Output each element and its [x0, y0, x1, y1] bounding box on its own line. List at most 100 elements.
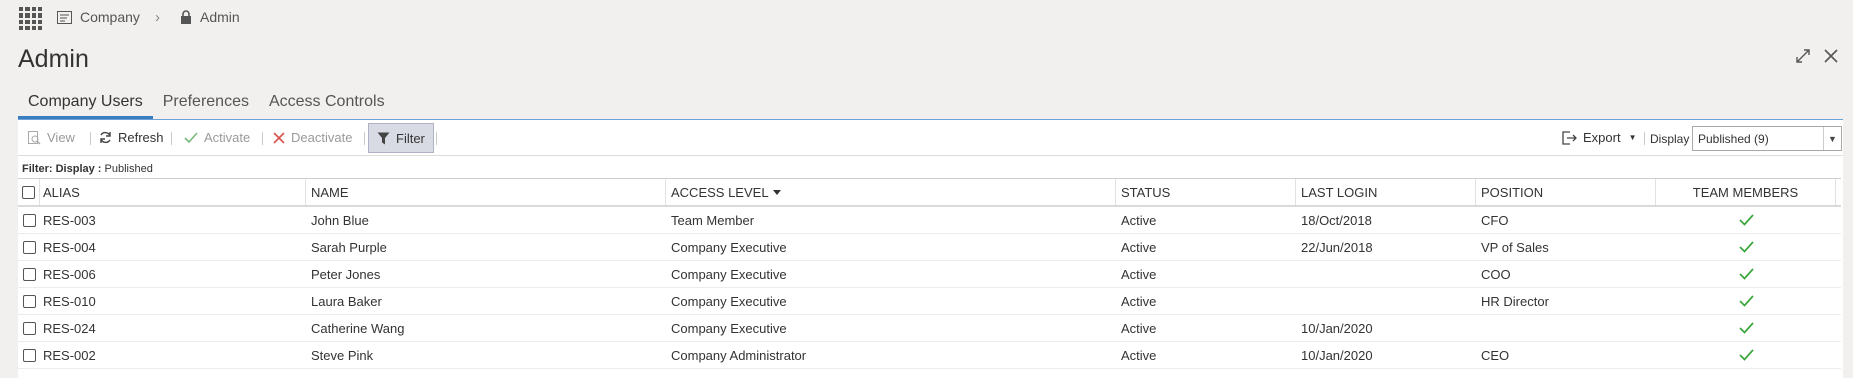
access-level-cell: Company Executive — [671, 239, 787, 255]
select-all-checkbox[interactable] — [22, 185, 35, 199]
column-header-status[interactable]: STATUS — [1116, 179, 1296, 205]
toolbar-separator — [171, 132, 172, 145]
alias-cell: RES-006 — [43, 266, 96, 282]
activate-button[interactable]: Activate — [184, 122, 250, 153]
name-cell: Peter Jones — [311, 266, 381, 282]
column-header-team-members[interactable]: TEAM MEMBERS — [1656, 179, 1836, 205]
view-button[interactable]: View — [28, 122, 75, 153]
refresh-label: Refresh — [118, 130, 164, 145]
position-cell: VP of Sales — [1481, 239, 1549, 255]
row-check-cell — [18, 315, 40, 341]
team-member-cell — [1656, 234, 1836, 260]
display-select[interactable]: Published (9) ▼ — [1692, 126, 1842, 151]
name-cell: John Blue — [311, 212, 369, 228]
deactivate-button[interactable]: Deactivate — [273, 122, 352, 153]
access-level-cell: Team Member — [671, 212, 755, 228]
breadcrumb-admin[interactable]: Admin — [180, 9, 240, 25]
export-icon — [1562, 130, 1577, 145]
position-cell: COO — [1481, 266, 1511, 282]
table-row[interactable]: RES-003 John Blue Team Member Active 18/… — [18, 207, 1841, 234]
row-checkbox[interactable] — [22, 240, 36, 254]
team-member-cell — [1656, 261, 1836, 287]
users-panel: View Refresh Activate Deactivate Filter … — [18, 120, 1843, 378]
toolbar-separator — [1644, 132, 1645, 145]
activate-label: Activate — [204, 130, 251, 145]
name-cell: Laura Baker — [311, 293, 382, 309]
filter-button[interactable]: Filter — [368, 123, 434, 153]
column-header-last-login[interactable]: LAST LOGIN — [1296, 179, 1476, 205]
row-checkbox[interactable] — [22, 321, 36, 335]
table-row[interactable]: RES-002 Steve Pink Company Administrator… — [18, 342, 1841, 369]
deactivate-label: Deactivate — [291, 130, 353, 145]
status-cell: Active — [1121, 320, 1157, 336]
alias-cell: RES-010 — [43, 293, 96, 309]
column-header-position[interactable]: POSITION — [1476, 179, 1656, 205]
row-checkbox[interactable] — [22, 294, 36, 308]
view-icon — [28, 130, 41, 144]
apps-grid-icon[interactable] — [19, 7, 42, 30]
last-login-cell: 18/Oct/2018 — [1301, 212, 1372, 228]
column-header-name[interactable]: NAME — [306, 179, 666, 205]
close-icon[interactable] — [1823, 48, 1839, 64]
window-controls — [1795, 48, 1839, 64]
refresh-icon — [100, 131, 111, 144]
lock-icon — [181, 10, 191, 24]
chevron-down-icon[interactable]: ▼ — [1823, 127, 1841, 150]
table-row[interactable]: RES-006 Peter Jones Company Executive Ac… — [18, 261, 1841, 288]
toolbar-separator — [90, 132, 91, 145]
team-member-cell — [1656, 315, 1836, 341]
row-check-cell — [18, 288, 40, 314]
select-all-cell — [18, 179, 40, 205]
breadcrumb-label: Company — [80, 9, 140, 25]
team-member-cell — [1656, 342, 1836, 368]
last-login-cell: 10/Jan/2020 — [1301, 347, 1373, 363]
table-row[interactable]: RES-010 Laura Baker Company Executive Ac… — [18, 288, 1841, 315]
table-row[interactable]: RES-024 Catherine Wang Company Executive… — [18, 315, 1841, 342]
breadcrumb-chevron-icon: › — [155, 9, 160, 26]
status-cell: Active — [1121, 212, 1157, 228]
access-level-cell: Company Executive — [671, 266, 787, 282]
alias-cell: RES-024 — [43, 320, 96, 336]
tab-preferences[interactable]: Preferences — [153, 91, 259, 119]
export-button[interactable]: Export ▼ — [1562, 122, 1637, 153]
users-table: ALIAS NAME ACCESS LEVEL STATUS LAST LOGI… — [18, 178, 1841, 369]
row-checkbox[interactable] — [22, 213, 36, 227]
last-login-cell — [1296, 288, 1476, 314]
table-row[interactable]: RES-004 Sarah Purple Company Executive A… — [18, 234, 1841, 261]
document-icon — [57, 10, 72, 24]
funnel-icon — [377, 132, 390, 144]
row-checkbox[interactable] — [22, 267, 36, 281]
checkmark-icon — [1738, 322, 1754, 334]
team-member-cell — [1656, 207, 1836, 233]
tab-access-controls[interactable]: Access Controls — [259, 91, 395, 119]
row-check-cell — [18, 342, 40, 368]
team-member-cell — [1656, 288, 1836, 314]
row-checkbox[interactable] — [22, 348, 36, 362]
refresh-button[interactable]: Refresh — [99, 122, 164, 153]
tab-company-users[interactable]: Company Users — [18, 91, 153, 119]
filter-status: Filter: Display : Published — [22, 163, 153, 175]
checkmark-icon — [1738, 349, 1754, 361]
export-label: Export — [1583, 130, 1621, 145]
check-icon — [184, 132, 198, 143]
alias-cell: RES-002 — [43, 347, 96, 363]
column-header-access-level[interactable]: ACCESS LEVEL — [666, 179, 1116, 205]
row-check-cell — [18, 234, 40, 260]
name-cell: Catherine Wang — [311, 320, 405, 336]
filter-label: Filter — [396, 130, 425, 146]
column-header-alias[interactable]: ALIAS — [40, 179, 306, 205]
expand-icon[interactable] — [1795, 48, 1811, 64]
alias-cell: RES-003 — [43, 212, 96, 228]
last-login-cell — [1296, 261, 1476, 287]
toolbar: View Refresh Activate Deactivate Filter … — [18, 120, 1843, 156]
row-check-cell — [18, 207, 40, 233]
top-bar: Company › Admin — [0, 0, 1853, 34]
last-login-cell: 10/Jan/2020 — [1301, 320, 1373, 336]
x-icon — [273, 131, 285, 144]
table-header-row: ALIAS NAME ACCESS LEVEL STATUS LAST LOGI… — [18, 179, 1841, 207]
toolbar-separator — [364, 132, 365, 145]
access-level-cell: Company Executive — [671, 293, 787, 309]
position-cell — [1476, 315, 1656, 341]
display-select-value: Published (9) — [1698, 131, 1769, 146]
breadcrumb-company[interactable]: Company — [57, 9, 140, 25]
